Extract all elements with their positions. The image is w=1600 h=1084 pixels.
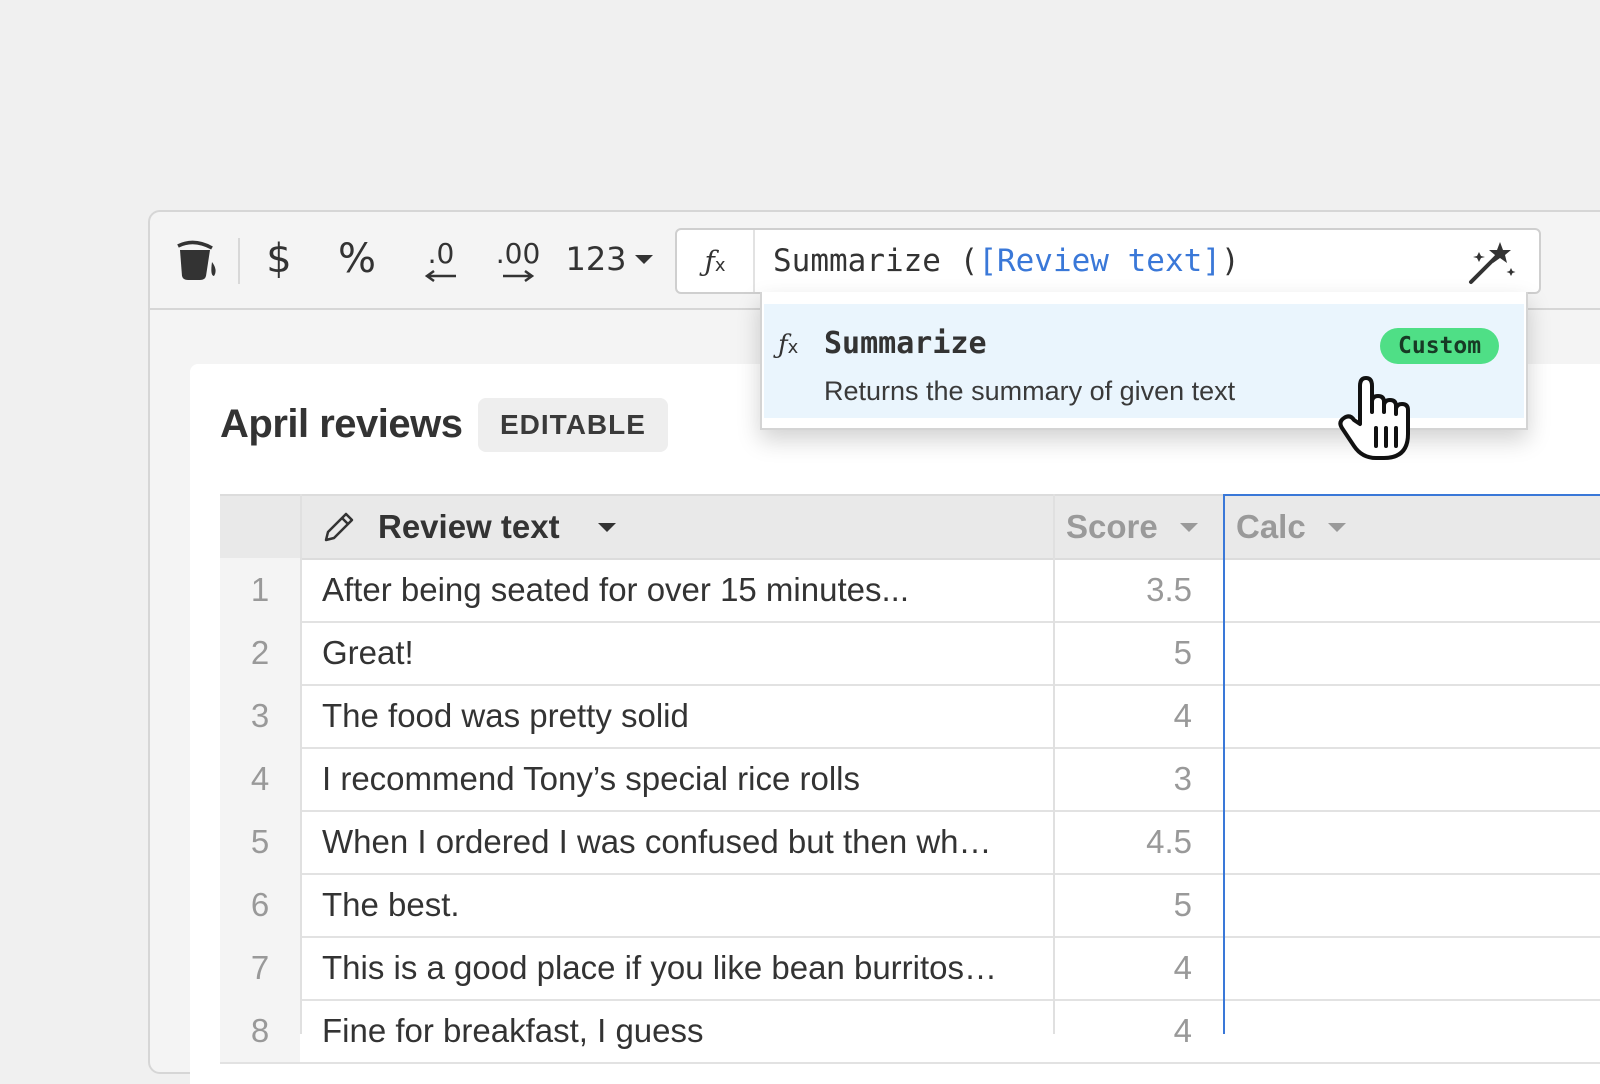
decrease-decimal-label: .0 (427, 236, 455, 270)
chevron-down-icon[interactable] (1327, 522, 1346, 532)
number-format-label: 123 (565, 240, 627, 278)
function-name: Summarize (824, 326, 987, 361)
function-button[interactable]: ƒx (677, 230, 755, 292)
row-number: 7 (220, 936, 300, 999)
table-row[interactable]: 3 The food was pretty solid 4 (220, 684, 1600, 749)
function-description: Returns the summary of given text (824, 376, 1236, 406)
toolbar-divider (238, 238, 240, 284)
fx-icon: ƒx (704, 244, 726, 278)
row-number: 3 (220, 684, 300, 747)
review-text-cell[interactable]: Great! (322, 621, 1042, 684)
score-cell[interactable]: 4 (1056, 999, 1192, 1062)
formula-function: Summarize ( (773, 243, 979, 279)
row-number: 2 (220, 621, 300, 684)
score-cell[interactable]: 4 (1056, 684, 1192, 747)
score-cell[interactable]: 3 (1056, 747, 1192, 810)
table-row[interactable]: 7 This is a good place if you like bean b… (220, 936, 1600, 1001)
decrease-decimal-button[interactable]: .0 (416, 234, 466, 284)
review-text-cell[interactable]: When I ordered I was confused but then w… (322, 810, 1042, 873)
column-label-score: Score (1066, 508, 1158, 545)
column-label-calc: Calc (1236, 508, 1306, 545)
score-cell[interactable]: 5 (1056, 621, 1192, 684)
chevron-down-icon[interactable] (597, 522, 616, 532)
table-header-row: Review text Score Calc (220, 494, 1600, 560)
score-cell[interactable]: 3.5 (1056, 558, 1192, 621)
calc-cell[interactable] (1225, 999, 1600, 1062)
row-number: 6 (220, 873, 300, 936)
score-cell[interactable]: 4.5 (1056, 810, 1192, 873)
pencil-icon (324, 512, 354, 542)
review-text-cell[interactable]: The food was pretty solid (322, 684, 1042, 747)
review-text-cell[interactable]: I recommend Tony’s special rice rolls (322, 747, 1042, 810)
custom-tag: Custom (1380, 328, 1500, 364)
chevron-down-icon[interactable] (1179, 522, 1198, 532)
table-row[interactable]: 5 When I ordered I was confused but then … (220, 810, 1600, 875)
chevron-down-icon (634, 254, 653, 264)
hand-cursor-icon (1338, 372, 1424, 466)
formula-input[interactable]: Summarize ([Review text]) (773, 230, 1240, 292)
dollar-icon: $ (266, 236, 292, 282)
calc-cell[interactable] (1225, 810, 1600, 873)
column-header-score[interactable]: Score (1066, 496, 1216, 558)
table-row[interactable]: 2 Great! 5 (220, 621, 1600, 686)
sheet-panel: April reviews EDITABLE Review text Score (190, 364, 1600, 1084)
magic-wand-icon[interactable] (1467, 238, 1517, 286)
column-header-review-text[interactable]: Review text (320, 496, 1055, 558)
formula-reference: [Review text] (978, 243, 1221, 279)
calc-cell[interactable] (1225, 873, 1600, 936)
review-text-cell[interactable]: After being seated for over 15 minutes..… (322, 558, 1042, 621)
calc-cell[interactable] (1225, 621, 1600, 684)
increase-decimal-label: .00 (495, 236, 541, 270)
calc-column-border (1223, 494, 1225, 1034)
calc-column-highlight (1223, 494, 1600, 496)
left-arrow-icon (424, 269, 456, 282)
sheet-title: April reviews (220, 402, 463, 446)
number-format-dropdown[interactable]: 123 (564, 234, 654, 284)
increase-decimal-button[interactable]: .00 (490, 234, 546, 284)
calc-cell[interactable] (1225, 747, 1600, 810)
column-header-calc[interactable]: Calc (1236, 496, 1600, 558)
paint-bucket-icon[interactable] (172, 234, 222, 284)
row-number: 5 (220, 810, 300, 873)
review-text-cell[interactable]: Fine for breakfast, I guess (322, 999, 1042, 1062)
review-text-cell[interactable]: This is a good place if you like bean bu… (322, 936, 1042, 999)
editable-badge: EDITABLE (478, 398, 668, 452)
row-number-header (220, 496, 300, 558)
column-label-review-text: Review text (378, 508, 560, 545)
row-number: 1 (220, 558, 300, 621)
column-divider (1053, 494, 1055, 1034)
calc-cell[interactable] (1225, 558, 1600, 621)
currency-format-button[interactable]: $ (258, 234, 300, 284)
table-row[interactable]: 1 After being seated for over 15 minutes.… (220, 558, 1600, 623)
review-text-cell[interactable]: The best. (322, 873, 1042, 936)
fx-icon: ƒx (778, 330, 799, 360)
table-row[interactable]: 4 I recommend Tony’s special rice rolls 3 (220, 747, 1600, 812)
table-row[interactable]: 6 The best. 5 (220, 873, 1600, 938)
column-divider (300, 494, 302, 1034)
row-number: 4 (220, 747, 300, 810)
score-cell[interactable]: 4 (1056, 936, 1192, 999)
score-cell[interactable]: 5 (1056, 873, 1192, 936)
percent-icon: % (337, 236, 376, 282)
row-number: 8 (220, 999, 300, 1062)
right-arrow-icon (503, 269, 535, 282)
calc-cell[interactable] (1225, 936, 1600, 999)
table-row[interactable]: 8 Fine for breakfast, I guess 4 (220, 999, 1600, 1064)
percent-format-button[interactable]: % (332, 234, 382, 284)
formula-bar[interactable]: ƒx Summarize ([Review text]) (675, 228, 1541, 294)
formula-closing: ) (1220, 243, 1240, 279)
calc-cell[interactable] (1225, 684, 1600, 747)
